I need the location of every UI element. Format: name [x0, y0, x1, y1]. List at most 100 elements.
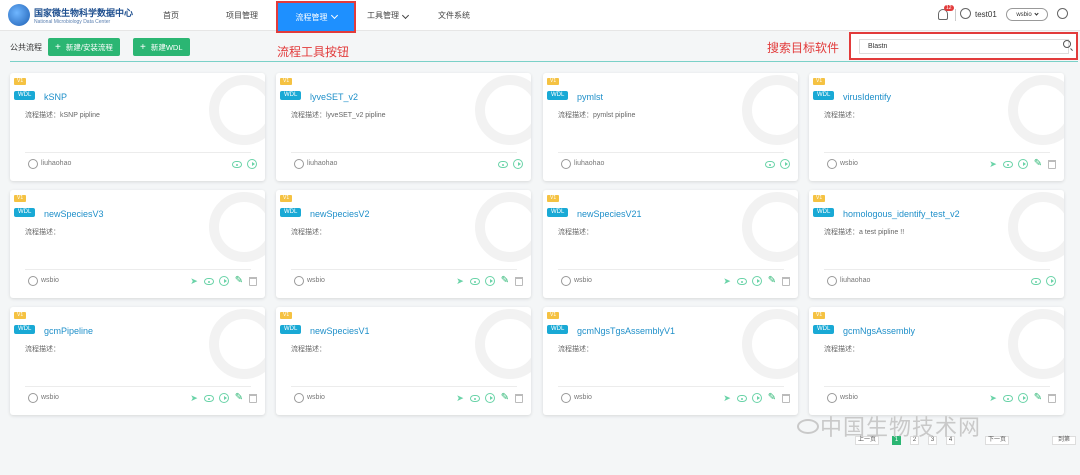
card-divider — [824, 269, 1050, 270]
workflow-card[interactable]: V1 WDL gcmPipeline 流程描述： wsbio ➤ ✎ — [10, 307, 265, 415]
play-icon[interactable] — [1018, 393, 1028, 403]
new-install-workflow-button[interactable]: + 新建/安装流程 — [48, 38, 120, 56]
nav-tool-management[interactable]: 工具管理 — [367, 10, 410, 21]
version-badge: V1 — [280, 78, 293, 85]
edit-icon[interactable]: ✎ — [1033, 159, 1043, 169]
workflow-card[interactable]: V1 WDL lyveSET_v2 流程描述：lyveSET_v2 pipline li… — [276, 73, 531, 181]
workflow-card[interactable]: V1 WDL newSpeciesV2 流程描述： wsbio ➤ ✎ — [276, 190, 531, 298]
eye-icon[interactable] — [1031, 278, 1041, 285]
workflow-name[interactable]: pymlst — [577, 92, 603, 102]
workflow-name[interactable]: kSNP — [44, 92, 67, 102]
workflow-name[interactable]: newSpeciesV1 — [310, 326, 370, 336]
workflow-name[interactable]: newSpeciesV21 — [577, 209, 642, 219]
eye-icon[interactable] — [204, 278, 214, 285]
chevron-down-icon — [1034, 10, 1039, 16]
divider — [955, 9, 956, 21]
trash-icon[interactable] — [249, 276, 257, 286]
nav-file-system[interactable]: 文件系统 — [438, 10, 470, 21]
play-icon[interactable] — [485, 393, 495, 403]
play-icon[interactable] — [780, 159, 790, 169]
card-divider — [25, 269, 251, 270]
trash-icon[interactable] — [782, 393, 790, 403]
trash-icon[interactable] — [782, 276, 790, 286]
send-icon[interactable]: ➤ — [455, 393, 465, 403]
play-icon[interactable] — [752, 393, 762, 403]
eye-icon[interactable] — [765, 161, 775, 168]
eye-icon[interactable] — [470, 395, 480, 402]
play-icon[interactable] — [1018, 159, 1028, 169]
workspace-value: wsbio — [1016, 11, 1032, 18]
trash-icon[interactable] — [249, 393, 257, 403]
play-icon[interactable] — [485, 276, 495, 286]
workflow-card[interactable]: V1 WDL homologous_identify_test_v2 流程描述：a t… — [809, 190, 1064, 298]
workflow-card[interactable]: V1 WDL newSpeciesV3 流程描述： wsbio ➤ ✎ — [10, 190, 265, 298]
user-avatar-icon — [561, 159, 571, 169]
eye-icon[interactable] — [204, 395, 214, 402]
nav-workflow-management[interactable]: 流程管理 — [276, 1, 356, 33]
play-icon[interactable] — [1046, 276, 1056, 286]
search-input[interactable] — [859, 39, 1069, 54]
edit-icon[interactable]: ✎ — [234, 393, 244, 403]
user-icon[interactable] — [960, 8, 971, 19]
play-icon[interactable] — [219, 393, 229, 403]
power-icon[interactable] — [1057, 8, 1068, 19]
workflow-card[interactable]: V1 WDL virusIdentify 流程描述： wsbio ➤ ✎ — [809, 73, 1064, 181]
trash-icon[interactable] — [515, 393, 523, 403]
play-icon[interactable] — [219, 276, 229, 286]
nav-home[interactable]: 首页 — [163, 10, 179, 21]
workflow-owner: wsbio — [840, 394, 858, 401]
edit-icon[interactable]: ✎ — [500, 276, 510, 286]
edit-icon[interactable]: ✎ — [767, 393, 777, 403]
trash-icon[interactable] — [1048, 393, 1056, 403]
workflow-name[interactable]: homologous_identify_test_v2 — [843, 209, 960, 219]
new-wdl-label: 新建WDL — [150, 42, 183, 52]
search-icon[interactable] — [1063, 40, 1071, 48]
nav-project-management[interactable]: 项目管理 — [226, 10, 258, 21]
eye-icon[interactable] — [1003, 395, 1013, 402]
workflow-name[interactable]: gcmPipeline — [44, 326, 93, 336]
workspace-select[interactable]: wsbio — [1006, 8, 1048, 21]
workflow-card[interactable]: V1 WDL kSNP 流程描述：kSNP pipline liuhaohao — [10, 73, 265, 181]
eye-icon[interactable] — [498, 161, 508, 168]
send-icon[interactable]: ➤ — [455, 276, 465, 286]
send-icon[interactable]: ➤ — [988, 159, 998, 169]
workflow-name[interactable]: newSpeciesV3 — [44, 209, 104, 219]
workflow-name[interactable]: newSpeciesV2 — [310, 209, 370, 219]
edit-icon[interactable]: ✎ — [767, 276, 777, 286]
workflow-card[interactable]: V1 WDL newSpeciesV1 流程描述： wsbio ➤ ✎ — [276, 307, 531, 415]
send-icon[interactable]: ➤ — [722, 393, 732, 403]
trash-icon[interactable] — [515, 276, 523, 286]
type-badge: WDL — [14, 325, 36, 334]
eye-icon[interactable] — [1003, 161, 1013, 168]
eye-icon[interactable] — [232, 161, 242, 168]
workflow-name[interactable]: gcmNgsAssembly — [843, 326, 915, 336]
send-icon[interactable]: ➤ — [988, 393, 998, 403]
play-icon[interactable] — [247, 159, 257, 169]
edit-icon[interactable]: ✎ — [1033, 393, 1043, 403]
send-icon[interactable]: ➤ — [722, 276, 732, 286]
eye-icon[interactable] — [737, 395, 747, 402]
pagination-next[interactable]: 下一页 — [985, 436, 1009, 445]
pagination-goto[interactable]: 到第 — [1052, 436, 1076, 445]
send-icon[interactable]: ➤ — [189, 276, 199, 286]
trash-icon[interactable] — [1048, 159, 1056, 169]
eye-icon[interactable] — [737, 278, 747, 285]
new-wdl-button[interactable]: + 新建WDL — [133, 38, 190, 56]
edit-icon[interactable]: ✎ — [234, 276, 244, 286]
send-icon[interactable]: ➤ — [189, 393, 199, 403]
play-icon[interactable] — [513, 159, 523, 169]
site-logo[interactable]: 国家微生物科学数据中心 National Microbiology Data C… — [8, 4, 133, 26]
workflow-name[interactable]: lyveSET_v2 — [310, 92, 358, 102]
workflow-name[interactable]: gcmNgsTgsAssemblyV1 — [577, 326, 675, 336]
workflow-card[interactable]: V1 WDL newSpeciesV21 流程描述： wsbio ➤ ✎ — [543, 190, 798, 298]
eye-icon[interactable] — [470, 278, 480, 285]
user-name[interactable]: test01 — [975, 10, 997, 19]
workflow-card[interactable]: V1 WDL pymlst 流程描述：pymlst pipline liuhaohao — [543, 73, 798, 181]
workflow-card[interactable]: V1 WDL gcmNgsAssembly 流程描述： wsbio ➤ ✎ — [809, 307, 1064, 415]
card-divider — [25, 386, 251, 387]
workflow-owner: wsbio — [307, 277, 325, 284]
workflow-name[interactable]: virusIdentify — [843, 92, 891, 102]
workflow-card[interactable]: V1 WDL gcmNgsTgsAssemblyV1 流程描述： wsbio ➤ ✎ — [543, 307, 798, 415]
play-icon[interactable] — [752, 276, 762, 286]
edit-icon[interactable]: ✎ — [500, 393, 510, 403]
